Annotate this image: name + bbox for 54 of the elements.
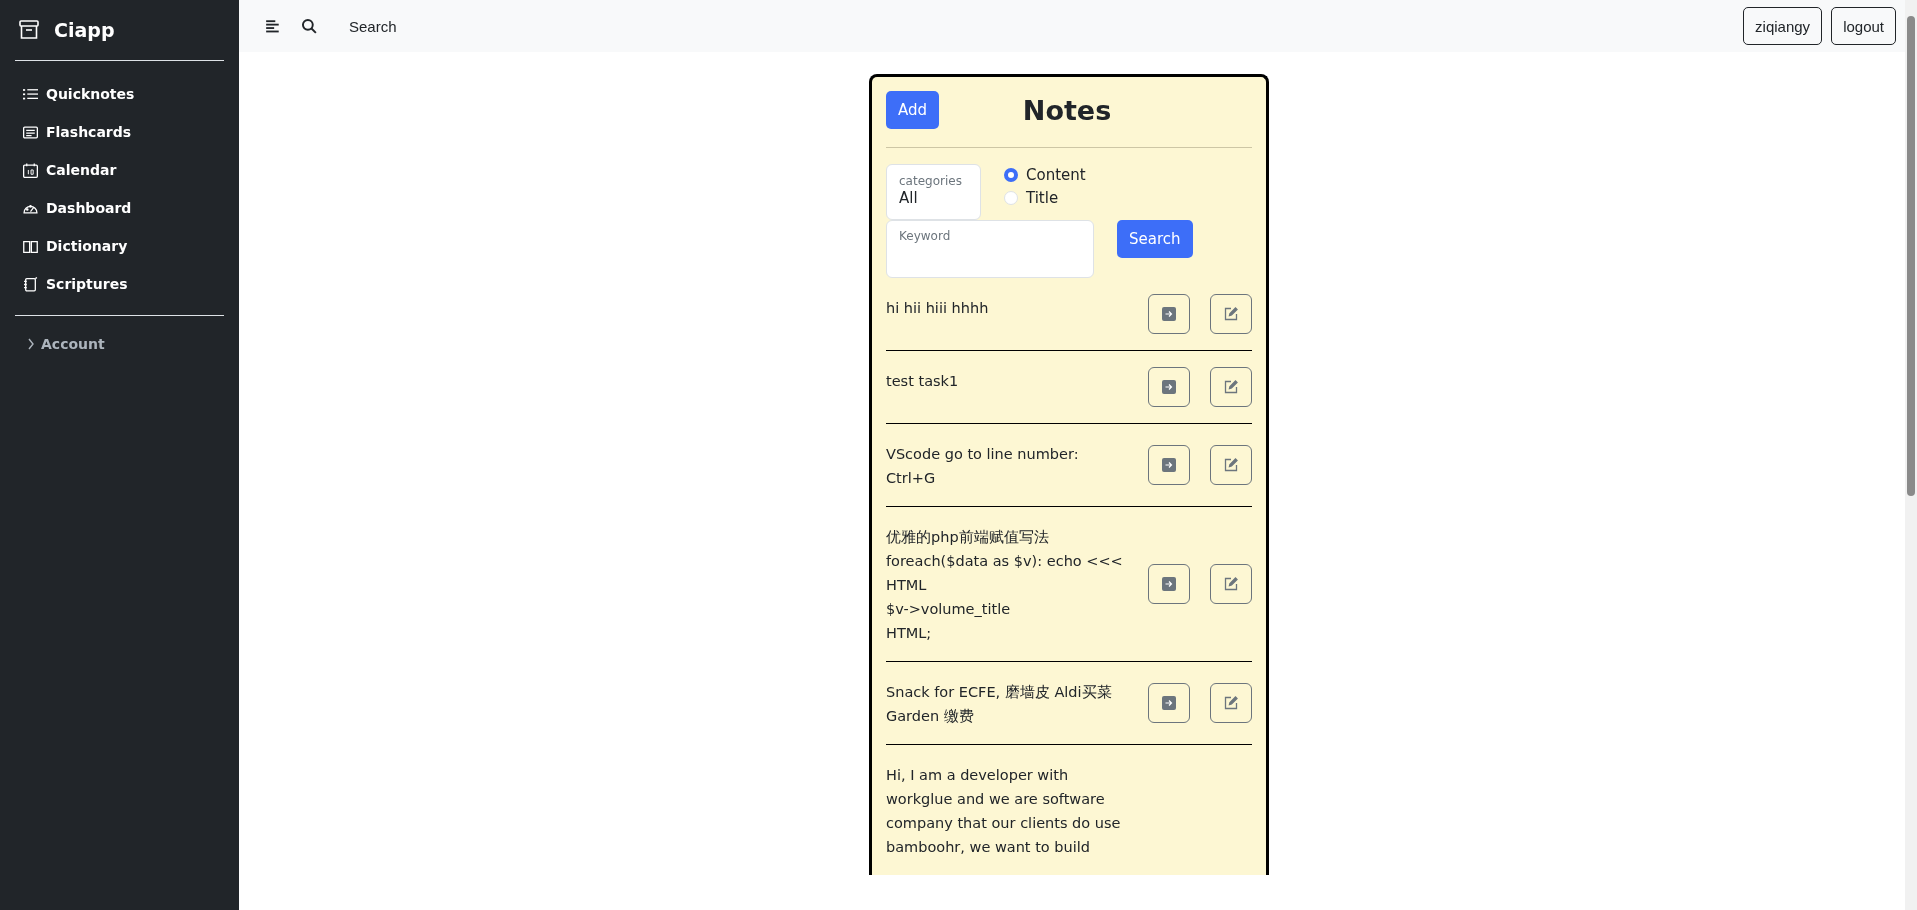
card-icon	[23, 124, 38, 140]
logout-button[interactable]: logout	[1831, 7, 1896, 45]
chevron-icon	[27, 338, 35, 350]
arrow-icon	[1162, 380, 1176, 394]
archive-icon	[18, 19, 40, 41]
sidebar-item[interactable]: Flashcards	[15, 113, 224, 151]
edit-button[interactable]	[1210, 564, 1252, 604]
note-text: 优雅的php前端赋值写法 foreach($data as $v): echo <<< HTML $v->volume_title HTML;	[886, 528, 1124, 643]
note-text: VScode go to line number: Ctrl+G	[886, 445, 1080, 488]
menu-icon[interactable]	[265, 18, 281, 34]
category-select[interactable]: categories All	[886, 164, 981, 220]
edit-icon	[1224, 696, 1238, 710]
sidebar-item[interactable]: Dictionary	[15, 227, 224, 265]
note-text: Hi, I am a developer with workglue and we are software company that our clients do use bamboohr, we want to build	[886, 766, 1122, 857]
search-icon[interactable]	[301, 18, 317, 34]
arrow-icon	[1162, 458, 1176, 472]
edit-button[interactable]	[1210, 367, 1252, 407]
notebook-icon	[23, 276, 38, 292]
scrollbar[interactable]	[1905, 0, 1917, 910]
sidebar-item[interactable]: Calendar	[15, 151, 224, 189]
user-button[interactable]: ziqiangy	[1743, 7, 1823, 45]
edit-icon	[1224, 380, 1238, 394]
book-icon	[23, 238, 38, 254]
sidebar-item[interactable]: Scriptures	[15, 265, 224, 303]
edit-button[interactable]	[1210, 683, 1252, 723]
note-text: test task1	[886, 372, 960, 391]
arrow-icon	[1162, 577, 1176, 591]
arrow-icon	[1162, 696, 1176, 710]
list-icon	[23, 86, 38, 102]
app-name[interactable]: Ciapp	[54, 19, 115, 41]
account-toggle[interactable]: Account	[27, 336, 224, 352]
sidebar-item[interactable]: Dashboard	[15, 189, 224, 227]
note-text: Snack for ECFE, 磨墙皮 Aldi买菜 Garden 缴费	[886, 683, 1113, 726]
open-button[interactable]	[1148, 367, 1190, 407]
edit-icon	[1224, 458, 1238, 472]
arrow-icon	[1162, 307, 1176, 321]
add-button[interactable]: Add	[886, 91, 940, 129]
search-button[interactable]: Search	[1117, 220, 1193, 258]
notes-title: Notes	[1022, 94, 1112, 126]
edit-icon	[1224, 577, 1238, 591]
note-text: hi hii hiii hhhh	[886, 299, 990, 318]
open-button[interactable]	[1148, 445, 1190, 485]
keyword-field[interactable]: Keyword	[886, 220, 1094, 278]
edit-icon	[1224, 307, 1238, 321]
radio-option[interactable]: Content	[1004, 166, 1086, 184]
edit-button[interactable]	[1210, 294, 1252, 334]
sidebar-item[interactable]: Quicknotes	[15, 75, 224, 113]
edit-button[interactable]	[1210, 445, 1252, 485]
radio-option[interactable]: Title	[1004, 189, 1086, 207]
open-button[interactable]	[1148, 564, 1190, 604]
open-button[interactable]	[1148, 294, 1190, 334]
search-link[interactable]: Search	[349, 17, 397, 35]
open-button[interactable]	[1148, 683, 1190, 723]
calendar-icon	[23, 162, 38, 178]
